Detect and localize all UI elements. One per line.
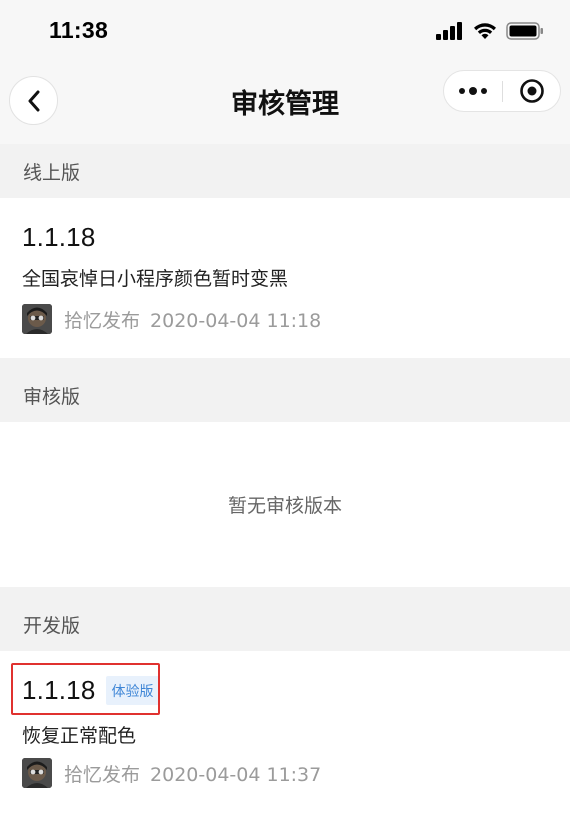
- publish-timestamp: 2020-04-04 11:37: [150, 763, 322, 786]
- review-empty-text: 暂无审核版本: [227, 495, 342, 517]
- publish-timestamp: 2020-04-04 11:18: [150, 309, 322, 332]
- online-version-row: 1.1.18: [22, 222, 96, 253]
- section-header-online: 线上版: [0, 144, 570, 198]
- publisher-label: 拾忆发布: [64, 763, 141, 786]
- mini-program-capsule: [443, 70, 561, 112]
- cellular-signal-icon: [436, 22, 462, 40]
- highlight-annotation-box: [11, 663, 160, 715]
- avatar: [22, 304, 52, 334]
- target-close-icon: [520, 79, 544, 103]
- avatar: [22, 758, 52, 788]
- online-version-meta-text: 拾忆发布 2020-04-04 11:18: [64, 306, 331, 333]
- status-time: 11:38: [49, 17, 109, 43]
- more-options-button[interactable]: [444, 71, 502, 111]
- close-mini-program-button[interactable]: [503, 71, 561, 111]
- dev-version-meta: 拾忆发布 2020-04-04 11:37: [22, 758, 331, 788]
- section-header-dev: 开发版: [0, 597, 570, 651]
- online-version-card[interactable]: 1.1.18 全国哀悼日小程序颜色暂时变黑 拾忆发布 2020-04-04 11:…: [0, 198, 570, 358]
- navigation-bar: 审核管理: [0, 62, 570, 144]
- status-icons: [436, 22, 544, 40]
- dev-version-description: 恢复正常配色: [22, 725, 137, 747]
- status-bar: 11:38: [0, 0, 570, 62]
- more-dot-icon: [469, 87, 477, 95]
- wifi-icon: [474, 23, 496, 39]
- more-dot-icon: [481, 88, 487, 94]
- section-header-review: 审核版: [0, 368, 570, 422]
- online-version-description: 全国哀悼日小程序颜色暂时变黑: [22, 268, 289, 290]
- online-version-number: 1.1.18: [22, 222, 96, 252]
- online-version-meta: 拾忆发布 2020-04-04 11:18: [22, 304, 331, 334]
- battery-icon: [506, 22, 543, 40]
- more-dot-icon: [459, 88, 465, 94]
- review-version-card: 暂无审核版本: [0, 422, 570, 587]
- publisher-label: 拾忆发布: [64, 309, 141, 332]
- dev-version-meta-text: 拾忆发布 2020-04-04 11:37: [64, 760, 331, 787]
